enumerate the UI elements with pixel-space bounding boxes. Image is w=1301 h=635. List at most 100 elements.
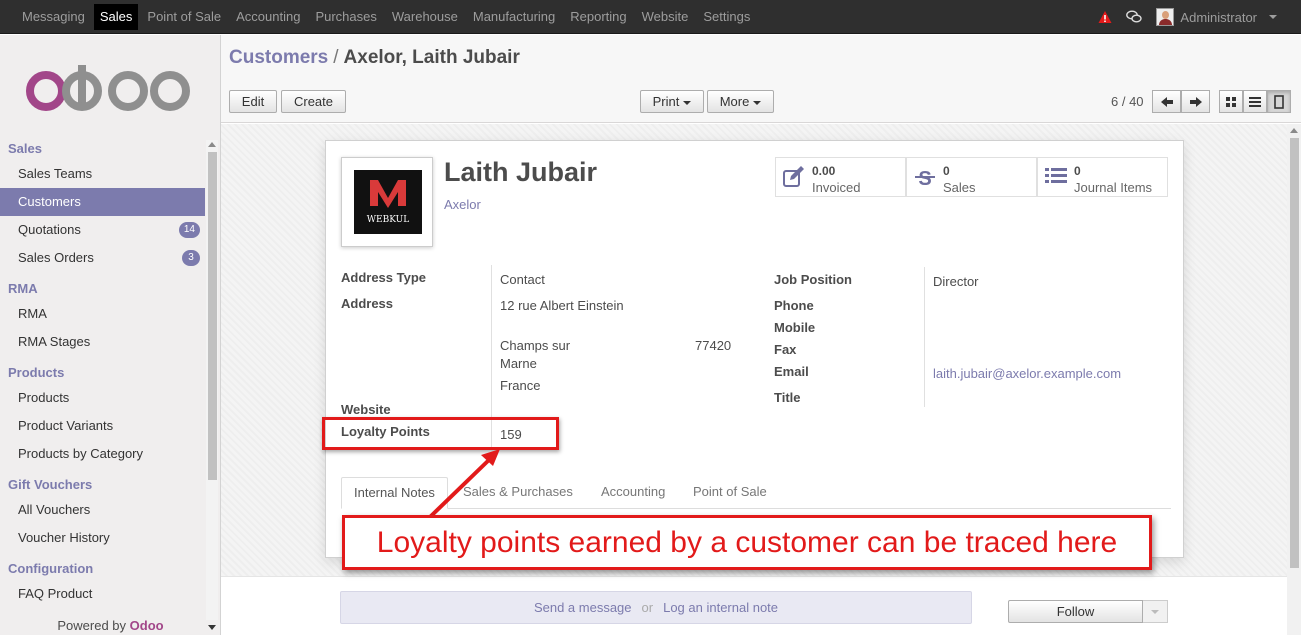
print-dropdown[interactable]: Print	[640, 90, 704, 113]
sidebar-scrollbar[interactable]	[206, 140, 218, 630]
tab-internal-notes[interactable]: Internal Notes	[341, 477, 448, 509]
list-icon	[1249, 96, 1261, 107]
follow-button[interactable]: Follow	[1008, 600, 1143, 623]
city-value-line2[interactable]: Marne	[500, 356, 537, 371]
breadcrumb-customers[interactable]: Customers	[229, 47, 328, 68]
sidebar-item-label: Products	[18, 390, 70, 405]
send-message-link[interactable]: Send a message	[534, 600, 632, 615]
sidebar-item-rma-stages[interactable]: RMA Stages	[0, 328, 205, 356]
title-label: Title	[774, 390, 801, 405]
message-composer: Send a message or Log an internal note	[340, 591, 972, 624]
more-dropdown[interactable]: More	[707, 90, 774, 113]
company-link[interactable]: Axelor	[444, 197, 481, 212]
menu-settings[interactable]: Settings	[697, 4, 756, 30]
create-button[interactable]: Create	[281, 90, 346, 113]
sidebar-item-label: Product Variants	[18, 418, 114, 433]
section-products: Products	[8, 365, 65, 380]
tab-point-of-sale[interactable]: Point of Sale	[681, 477, 779, 509]
list-view-button[interactable]	[1243, 90, 1267, 113]
warning-icon[interactable]	[1098, 10, 1112, 24]
menu-accounting[interactable]: Accounting	[230, 4, 306, 30]
address-type-label: Address Type	[341, 270, 427, 285]
invoiced-stat-button[interactable]: 0.00 Invoiced	[775, 157, 906, 197]
sidebar-item-faq-product[interactable]: FAQ Product	[0, 580, 205, 608]
powered-by-brand[interactable]: Odoo	[130, 618, 164, 633]
pager-value[interactable]: 6 / 40	[1111, 94, 1144, 109]
app-menu: Messaging Sales Point of Sale Accounting…	[16, 0, 759, 34]
notebook-tabs: Internal Notes Sales & Purchases Account…	[341, 477, 1171, 509]
scrollbar-thumb[interactable]	[1290, 138, 1299, 568]
top-right-tools: Administrator	[1098, 0, 1277, 34]
list-icon	[1045, 168, 1067, 183]
sidebar-item-voucher-history[interactable]: Voucher History	[0, 524, 205, 552]
breadcrumb: Customers / Axelor, Laith Jubair	[229, 47, 520, 69]
sidebar-item-label: RMA	[18, 306, 47, 321]
sidebar-item-products[interactable]: Products	[0, 384, 205, 412]
fax-label: Fax	[774, 342, 797, 357]
more-label: More	[719, 94, 750, 109]
journal-items-stat-button[interactable]: 0 Journal Items	[1037, 157, 1168, 197]
avatar	[1156, 8, 1175, 26]
sidebar-item-customers[interactable]: Customers	[0, 188, 205, 216]
country-value[interactable]: France	[500, 378, 540, 393]
scroll-up-icon[interactable]	[1290, 128, 1298, 133]
zip-value[interactable]: 77420	[695, 338, 731, 353]
sales-value: 0	[943, 164, 950, 178]
sidebar-item-product-variants[interactable]: Product Variants	[0, 412, 205, 440]
email-value[interactable]: laith.jubair@axelor.example.com	[933, 366, 1121, 381]
tab-accounting[interactable]: Accounting	[589, 477, 677, 509]
sidebar-item-sales-orders[interactable]: Sales Orders 3	[0, 244, 205, 272]
sales-stat-button[interactable]: S 0 Sales	[906, 157, 1037, 197]
sidebar-item-products-by-category[interactable]: Products by Category	[0, 440, 205, 468]
sales-label: Sales	[943, 180, 976, 195]
odoo-logo[interactable]: odoo	[24, 63, 194, 117]
menu-messaging[interactable]: Messaging	[16, 4, 91, 30]
breadcrumb-separator: /	[333, 47, 339, 68]
webkul-logo: WEBKUL	[354, 170, 422, 234]
svg-text:WEBKUL: WEBKUL	[367, 215, 409, 225]
follow-dropdown-button[interactable]	[1143, 600, 1168, 623]
powered-by-text: Powered by	[57, 618, 127, 633]
menu-warehouse[interactable]: Warehouse	[386, 4, 464, 30]
sidebar-item-all-vouchers[interactable]: All Vouchers	[0, 496, 205, 524]
chevron-down-icon	[753, 100, 762, 105]
or-text: or	[641, 600, 654, 615]
kanban-view-button[interactable]	[1219, 90, 1243, 113]
pager-next-button[interactable]	[1181, 90, 1210, 113]
address-type-value[interactable]: Contact	[500, 272, 545, 287]
scrollbar-thumb[interactable]	[208, 152, 217, 480]
invoiced-label: Invoiced	[812, 180, 861, 195]
sidebar-item-rma[interactable]: RMA	[0, 300, 205, 328]
form-view-button[interactable]	[1267, 90, 1291, 113]
sidebar-item-sales-teams[interactable]: Sales Teams	[0, 160, 205, 188]
log-note-link[interactable]: Log an internal note	[663, 600, 778, 615]
tab-sales-purchases[interactable]: Sales & Purchases	[451, 477, 585, 509]
sidebar-item-label: Quotations	[18, 222, 81, 237]
street-value[interactable]: 12 rue Albert Einstein	[500, 298, 624, 313]
menu-point-of-sale[interactable]: Point of Sale	[141, 4, 227, 30]
job-position-label: Job Position	[774, 272, 852, 287]
sidebar-item-label: Customers	[18, 194, 81, 209]
form-icon	[1274, 94, 1284, 109]
menu-reporting[interactable]: Reporting	[564, 4, 632, 30]
scroll-up-icon[interactable]	[208, 142, 216, 147]
main-scrollbar[interactable]	[1287, 124, 1301, 635]
pager-previous-button[interactable]	[1152, 90, 1181, 113]
menu-purchases[interactable]: Purchases	[309, 4, 382, 30]
job-position-value[interactable]: Director	[933, 274, 979, 289]
mobile-label: Mobile	[774, 320, 816, 335]
partner-image[interactable]: WEBKUL	[341, 157, 433, 247]
edit-button[interactable]: Edit	[229, 90, 277, 113]
sidebar-item-quotations[interactable]: Quotations 14	[0, 216, 205, 244]
section-sales: Sales	[8, 141, 42, 156]
sidebar-menu: Sales Sales Teams Customers Quotations 14…	[0, 138, 205, 618]
city-value-line1[interactable]: Champs sur	[500, 338, 570, 353]
chat-icon[interactable]	[1126, 10, 1143, 24]
menu-manufacturing[interactable]: Manufacturing	[467, 4, 561, 30]
divider	[924, 267, 925, 407]
menu-website[interactable]: Website	[636, 4, 695, 30]
journal-items-value: 0	[1074, 164, 1081, 178]
menu-sales[interactable]: Sales	[93, 4, 139, 30]
count-badge: 14	[178, 222, 200, 238]
user-menu[interactable]: Administrator	[1156, 8, 1277, 26]
